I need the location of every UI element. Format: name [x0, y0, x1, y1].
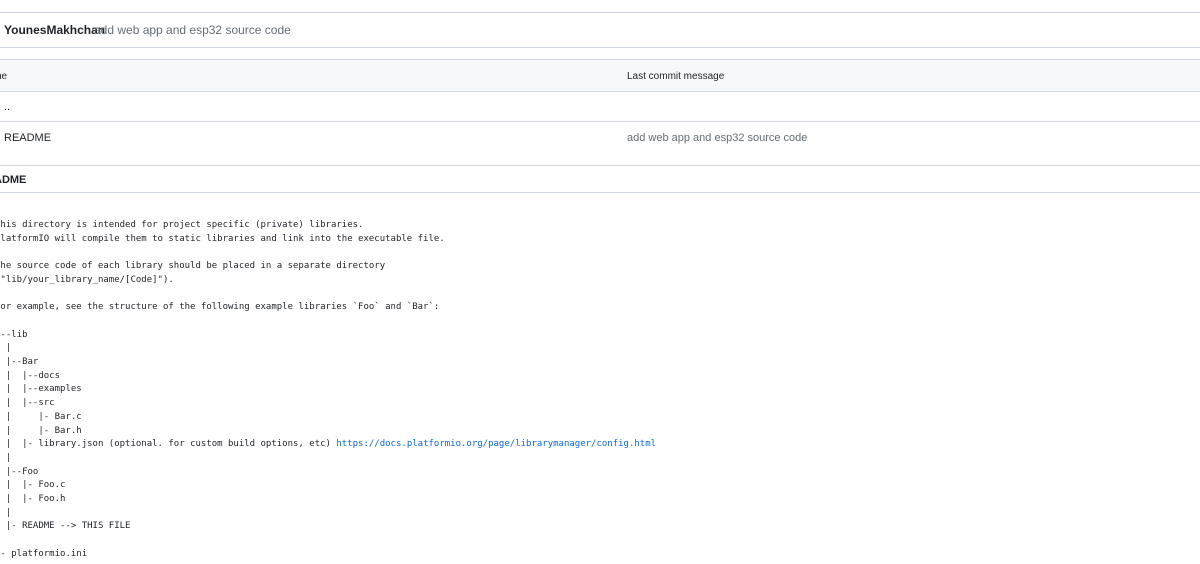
column-header-last-commit: Last commit message: [627, 71, 725, 82]
platformio-config-link[interactable]: https://docs.platformio.org/page/library…: [336, 439, 656, 449]
readme-content: This directory is intended for project s…: [0, 219, 656, 562]
file-table-header: ne Last commit message: [0, 60, 1200, 92]
parent-directory-link[interactable]: ..: [4, 101, 10, 113]
readme-title: ADME: [0, 174, 27, 186]
latest-commit-bar: YounesMakhchan add web app and esp32 sou…: [0, 12, 1200, 48]
file-table: ne Last commit message .. README add web…: [0, 59, 1200, 166]
commit-author-link[interactable]: YounesMakhchan: [4, 23, 105, 37]
readme-text-before-link: This directory is intended for project s…: [0, 220, 445, 450]
file-name-link[interactable]: README: [4, 132, 51, 144]
repo-file-browser: YounesMakhchan add web app and esp32 sou…: [0, 0, 1200, 564]
table-row-parent-dir[interactable]: ..: [0, 92, 1200, 122]
commit-message-link[interactable]: add web app and esp32 source code: [94, 23, 291, 37]
readme-header: ADME: [0, 165, 1200, 193]
row-commit-message[interactable]: add web app and esp32 source code: [627, 132, 807, 144]
table-row-readme[interactable]: README add web app and esp32 source code: [0, 122, 1200, 166]
readme-text-after-link: | |--Foo | |- Foo.c | |- Foo.h | |- READ…: [0, 452, 131, 559]
column-header-name: ne: [0, 71, 8, 82]
